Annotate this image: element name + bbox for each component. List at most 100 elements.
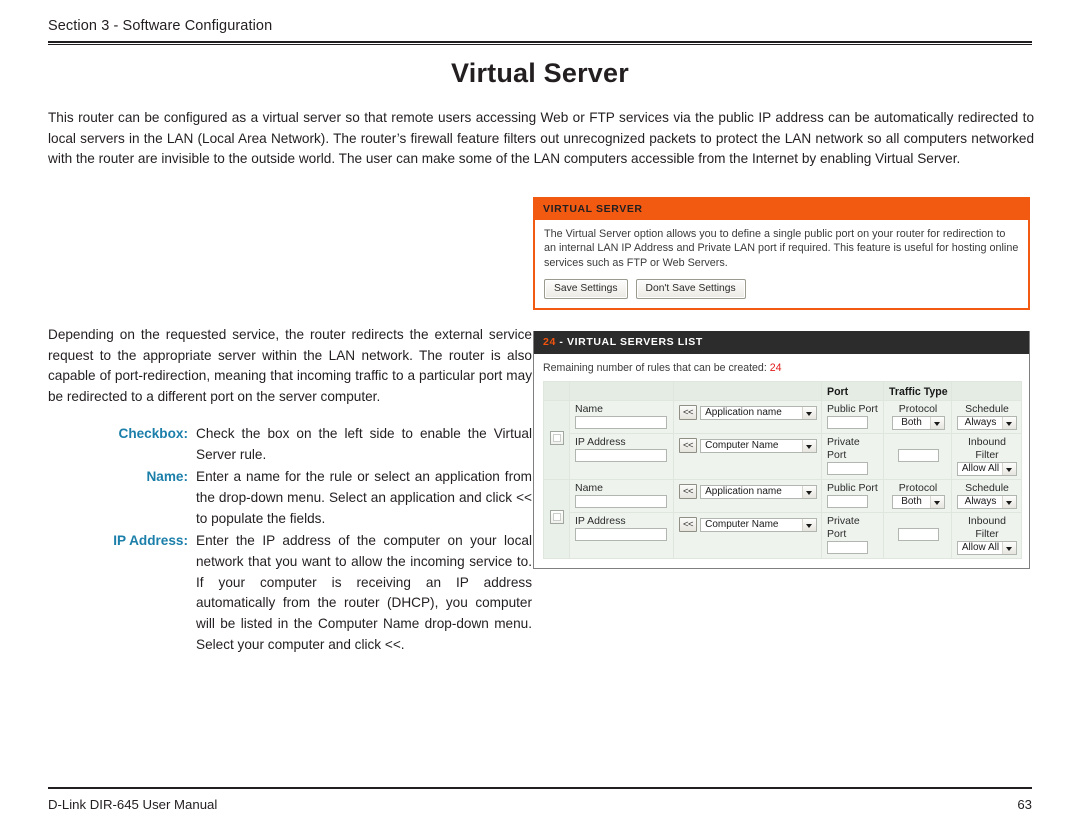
chevron-down-icon[interactable] [802,518,816,531]
footer-row: D-Link DIR-645 User Manual 63 [48,789,1032,812]
col-header-traffic-type: Traffic Type [883,381,952,401]
definition-term-checkbox: Checkbox: [118,425,189,441]
apply-application-button-2[interactable]: << [679,484,698,499]
table-column-header-row: Port Traffic Type [543,381,1022,401]
ip-address-label-1: IP Address [575,436,626,448]
public-port-label-1: Public Port [827,403,878,415]
remaining-rules-text: Remaining number of rules that can be cr… [543,362,1020,374]
rule-inbound-filter-cell-2: Inbound Filter Allow All [951,512,1022,559]
virtual-servers-list-body: Remaining number of rules that can be cr… [534,354,1029,568]
chevron-down-icon[interactable] [802,485,816,498]
private-port-label-2: Private Port [827,515,860,540]
application-name-select-1[interactable]: Application name [700,405,817,420]
running-header: Section 3 - Software Configuration [48,18,1032,45]
virtual-server-panel-header: VIRTUAL SERVER [535,199,1028,220]
ip-address-input-1[interactable] [575,449,667,462]
schedule-select-value-1: Always [964,417,997,428]
chevron-down-icon[interactable] [1002,417,1016,429]
rule-name-label-2: Name [575,482,604,494]
schedule-select-2[interactable]: Always [957,495,1017,509]
protocol-select-wrap-1: Both [889,416,947,430]
private-port-input-1[interactable] [827,462,868,475]
dont-save-settings-button[interactable]: Don't Save Settings [635,279,746,300]
section-label: Section 3 - Software Configuration [48,18,273,34]
rules-count-badge: 24 [543,336,556,348]
rule-public-port-cell-2: Public Port [821,479,884,513]
public-port-label-2: Public Port [827,482,878,494]
virtual-server-panel-body: The Virtual Server option allows you to … [535,220,1028,308]
footer-manual-title: D-Link DIR-645 User Manual [48,797,218,812]
definition-term-ip-address: IP Address: [113,533,188,549]
checkbox-icon[interactable] [549,509,564,524]
protocol-number-input-2[interactable] [897,528,939,541]
table-row: IP Address << Computer Name Private Port… [544,433,1022,480]
ip-address-input-2[interactable] [575,528,667,541]
definition-item-name: Name: Enter a name for the rule or selec… [48,467,532,529]
private-port-input-2[interactable] [827,541,868,554]
chevron-down-icon[interactable] [929,417,944,429]
rule-protocol-cell-1: Protocol Both [883,400,952,434]
definition-list: Checkbox: Check the box on the left side… [48,424,532,656]
definition-item-ip-address: IP Address: Enter the IP address of the … [48,531,532,655]
inbound-filter-label-1: Inbound Filter [968,436,1006,461]
protocol-label-2: Protocol [898,482,938,494]
rule-name-input-1[interactable] [575,416,667,429]
protocol-number-input-1[interactable] [897,449,939,462]
rule-name-cell-2: Name [569,479,674,513]
virtual-server-panel: VIRTUAL SERVER The Virtual Server option… [533,197,1030,311]
left-column: Depending on the requested service, the … [48,325,532,658]
apply-computer-button-1[interactable]: << [679,438,698,453]
definition-desc-name: Enter a name for the rule or select an a… [196,469,532,526]
chevron-down-icon[interactable] [1002,496,1016,508]
public-port-input-1[interactable] [827,416,868,429]
computer-name-select-2[interactable]: Computer Name [700,517,817,532]
rule-name-cell-1: Name [569,400,674,434]
protocol-number-spacer-1 [889,436,947,449]
rule-application-cell-1: << Application name [673,400,822,434]
rule-name-input-2[interactable] [575,495,667,508]
table-row: Name << Application name Public Port Pro… [543,400,1022,480]
chevron-down-icon[interactable] [1002,463,1017,475]
ip-address-label-2: IP Address [575,515,626,527]
protocol-select-value-2: Both [901,496,922,507]
inbound-filter-label-2: Inbound Filter [968,515,1006,540]
rule-name-label-1: Name [575,403,604,415]
inbound-filter-select-1[interactable]: Allow All [956,462,1018,476]
application-select-row-1: << Application name [679,405,817,420]
protocol-select-1[interactable]: Both [891,416,945,430]
rule-enable-checkbox-cell-2[interactable] [543,479,570,559]
checkbox-icon[interactable] [549,430,564,445]
page-title: Virtual Server [451,58,629,88]
schedule-select-1[interactable]: Always [957,416,1017,430]
computer-name-select-1[interactable]: Computer Name [700,438,817,453]
application-name-select-2[interactable]: Application name [700,484,817,499]
chevron-down-icon[interactable] [929,496,944,508]
application-name-select-value-2: Application name [705,485,782,497]
computer-select-row-2: << Computer Name [679,517,817,532]
rule-ip-address-cell-2: IP Address [569,512,674,559]
virtual-servers-table: Port Traffic Type Name << Application na… [543,381,1022,559]
schedule-select-wrap-2: Always [957,495,1017,509]
schedule-label-2: Schedule [965,482,1009,494]
chevron-down-icon[interactable] [1002,542,1017,554]
rule-enable-checkbox-cell-1[interactable] [543,400,570,480]
virtual-servers-list-header: 24 - VIRTUAL SERVERS LIST [534,331,1029,354]
protocol-select-2[interactable]: Both [891,495,945,509]
protocol-select-wrap-2: Both [889,495,947,509]
inbound-filter-select-wrap-1: Allow All [956,462,1018,476]
chevron-down-icon[interactable] [802,439,816,452]
chevron-down-icon[interactable] [802,406,816,419]
rule-application-cell-2: << Application name [673,479,822,513]
apply-computer-button-2[interactable]: << [679,517,698,532]
header-rule-thin [48,44,1032,45]
header-rule-thick [48,41,1032,43]
inbound-filter-select-2[interactable]: Allow All [956,541,1018,555]
col-header-blank-1 [543,381,570,401]
save-settings-button[interactable]: Save Settings [544,279,628,300]
definition-desc-checkbox: Check the box on the left side to enable… [196,425,532,462]
public-port-input-2[interactable] [827,495,868,508]
apply-application-button-1[interactable]: << [679,405,698,420]
virtual-servers-list-panel: 24 - VIRTUAL SERVERS LIST Remaining numb… [533,331,1030,569]
rule-protocol-number-cell-2 [883,512,952,559]
computer-name-select-value-1: Computer Name [705,439,779,451]
